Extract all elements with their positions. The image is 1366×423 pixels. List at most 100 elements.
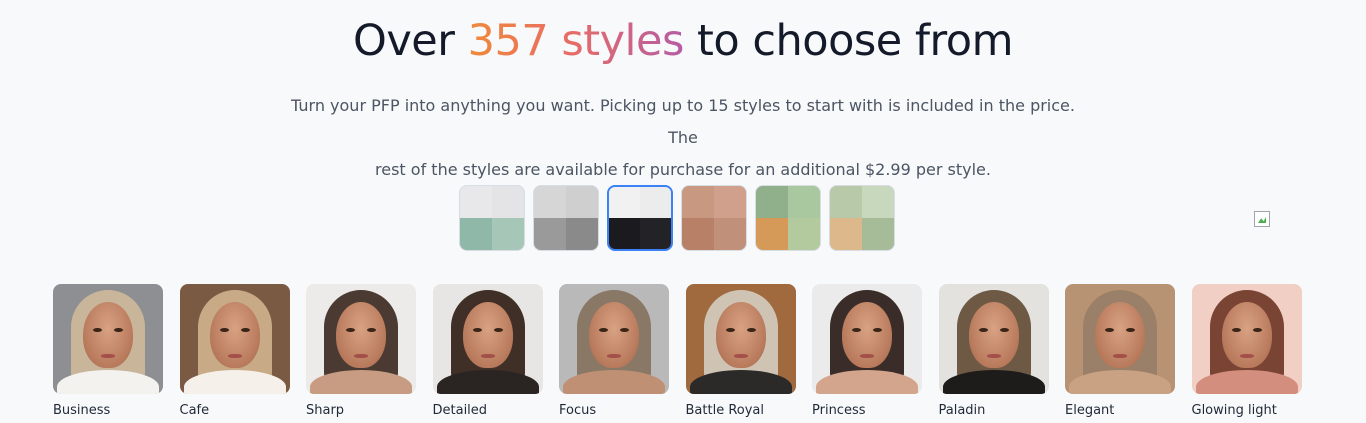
man-tuxedo-thumbnail[interactable]: [533, 185, 599, 251]
subtitle-line-2: rest of the styles are available for pur…: [375, 160, 991, 179]
thumbnail-tile: [756, 186, 788, 218]
portrait-eye: [852, 328, 861, 332]
portrait-face: [1221, 302, 1272, 368]
portrait-eye: [599, 328, 608, 332]
portrait-eye: [346, 328, 355, 332]
portrait-mouth: [480, 354, 495, 358]
thumbnail-tile: [682, 186, 714, 218]
portrait-face: [336, 302, 386, 368]
portrait-face: [715, 302, 766, 368]
portrait-mouth: [733, 354, 748, 358]
thumbnail-tile: [640, 187, 671, 218]
orange-cat-thumbnail[interactable]: [755, 185, 821, 251]
style-label: Cafe: [179, 403, 210, 418]
thumbnail-tile: [714, 186, 746, 218]
portrait-eye: [620, 328, 629, 332]
thumbnail-tile: [640, 218, 671, 249]
portrait-eye: [114, 328, 123, 332]
portrait-eye: [1126, 328, 1135, 332]
thumbnail-tile: [830, 186, 862, 218]
portrait-eye: [493, 328, 503, 332]
portrait-face: [842, 302, 892, 368]
style-label: Focus: [559, 403, 597, 418]
portrait-mouth: [607, 354, 621, 358]
portrait-eye: [999, 328, 1009, 332]
title-suffix: to choose from: [683, 16, 1013, 66]
thumbnail-tile: [534, 218, 566, 250]
portrait-eye: [1105, 328, 1114, 332]
portrait-face: [589, 302, 639, 368]
style-label: Detailed: [432, 403, 488, 418]
portrait-face: [83, 302, 133, 368]
thumbnail-tile: [862, 186, 894, 218]
portrait-eye: [1231, 328, 1241, 332]
style-card[interactable]: Elegant: [1065, 284, 1175, 418]
style-card[interactable]: Paladin: [938, 284, 1049, 418]
style-card[interactable]: Detailed: [432, 284, 543, 418]
style-preview-image: [179, 284, 290, 394]
thumbnail-tile: [460, 186, 492, 218]
portrait-eye: [472, 328, 482, 332]
title-prefix: Over: [353, 16, 468, 66]
style-preview-image: [306, 284, 416, 394]
style-preview-image: [1065, 284, 1175, 394]
couple-portrait-thumbnail[interactable]: [681, 185, 747, 251]
style-preview-image: [1191, 284, 1302, 394]
thumbnail-tile: [830, 218, 862, 250]
portrait-mouth: [1113, 354, 1127, 358]
style-preview-image: [812, 284, 922, 394]
portrait-eye: [746, 328, 756, 332]
style-card[interactable]: Glowing light: [1191, 284, 1302, 418]
portrait-mouth: [986, 354, 1001, 358]
subtitle-line-1: Turn your PFP into anything you want. Pi…: [291, 96, 1075, 147]
section-title: Over 357 styles to choose from: [0, 16, 1366, 66]
portrait-face: [1095, 302, 1145, 368]
style-card[interactable]: Business: [53, 284, 163, 418]
style-label: Business: [53, 403, 111, 418]
thumbnail-tile: [609, 187, 640, 218]
woman-tuxedo-thumbnail[interactable]: [607, 185, 673, 251]
style-label: Sharp: [306, 403, 345, 418]
style-card[interactable]: Battle Royal: [685, 284, 796, 418]
style-preview-image: [53, 284, 163, 394]
portrait-mouth: [860, 354, 874, 358]
portrait-face: [462, 302, 513, 368]
thumbnail-tile: [492, 218, 524, 250]
style-card[interactable]: Sharp: [306, 284, 416, 418]
style-label: Elegant: [1065, 403, 1115, 418]
thumbnail-tile: [609, 218, 640, 249]
portrait-eye: [725, 328, 735, 332]
style-preview-image: [938, 284, 1049, 394]
thumbnail-tile: [788, 186, 820, 218]
portrait-eye: [240, 328, 250, 332]
portrait-face: [968, 302, 1019, 368]
thumbnail-tile: [566, 218, 598, 250]
thumbnail-tile: [534, 186, 566, 218]
source-image-selector: [459, 185, 895, 251]
style-label: Glowing light: [1191, 403, 1277, 418]
thumbnail-tile: [714, 218, 746, 250]
portrait-mouth: [227, 354, 242, 358]
thumbnail-tile: [566, 186, 598, 218]
style-card[interactable]: Focus: [559, 284, 669, 418]
thumbnail-tile: [788, 218, 820, 250]
couple-collage-thumbnail[interactable]: [459, 185, 525, 251]
portrait-mouth: [354, 354, 368, 358]
section-subtitle: Turn your PFP into anything you want. Pi…: [283, 90, 1083, 186]
styles-section: Over 357 styles to choose from Turn your…: [0, 0, 1366, 423]
portrait-eye: [873, 328, 882, 332]
thumbnail-tile: [756, 218, 788, 250]
style-preview-image: [685, 284, 796, 394]
portrait-eye: [978, 328, 988, 332]
style-label: Battle Royal: [685, 403, 765, 418]
style-card[interactable]: Cafe: [179, 284, 290, 418]
thumbnail-tile: [682, 218, 714, 250]
portrait-mouth: [101, 354, 115, 358]
thumbnail-tile: [862, 218, 894, 250]
broken-image-icon: [1254, 211, 1270, 227]
portrait-eye: [367, 328, 376, 332]
portrait-face: [209, 302, 260, 368]
pomeranian-dog-thumbnail[interactable]: [829, 185, 895, 251]
style-preview-image: [559, 284, 669, 394]
style-card[interactable]: Princess: [812, 284, 922, 418]
